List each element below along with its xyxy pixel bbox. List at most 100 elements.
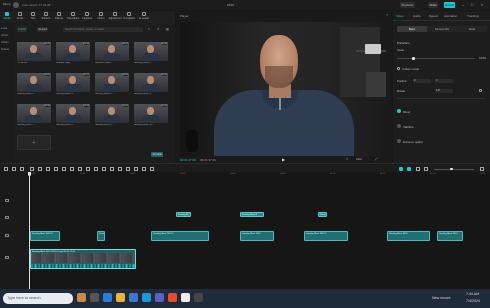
overlay-clip[interactable]: Seeding Block 2024 0	[151, 231, 209, 241]
marker-icon[interactable]	[142, 166, 146, 171]
media-thumbnail[interactable]: 00:15	[134, 104, 168, 123]
record-button[interactable]: Record	[37, 27, 49, 32]
media-thumbnail[interactable]: 00:28	[134, 42, 168, 61]
blend-toggle[interactable]	[397, 109, 401, 113]
track-lock-icon[interactable]	[5, 216, 9, 219]
reverse-icon[interactable]	[70, 166, 74, 171]
scale-slider[interactable]	[397, 58, 475, 59]
grid-view-icon[interactable]: ▦	[166, 27, 169, 31]
tab-tracking[interactable]: Tracking	[467, 14, 478, 18]
share-button[interactable]: Share	[428, 2, 439, 8]
shortcuts-button[interactable]: Shortcuts	[400, 2, 415, 8]
clock-time[interactable]: 7:44 AM	[466, 292, 479, 296]
sidebar-item-local[interactable]: Local	[1, 27, 13, 30]
position-x-field[interactable]: 0	[413, 78, 431, 83]
overlay-clip[interactable]: Seeding Block 2024	[387, 231, 430, 241]
position-y-field[interactable]: 0	[435, 78, 453, 83]
store-icon[interactable]	[129, 293, 138, 302]
video-preview[interactable]	[180, 22, 389, 156]
overlay-clip[interactable]: Seeding Block 2024	[240, 231, 274, 241]
select-tool-icon[interactable]	[4, 166, 8, 171]
filter-icon[interactable]: ⚲	[157, 27, 159, 31]
subtab-mask[interactable]: Mask	[457, 26, 487, 32]
split-right-icon[interactable]	[46, 166, 50, 171]
tab-effects[interactable]: Effects	[52, 12, 66, 20]
sidebar-item-spaces[interactable]: Spaces	[1, 48, 13, 51]
chrome-icon[interactable]	[168, 293, 177, 302]
enhance-toggle[interactable]	[397, 139, 401, 143]
sidebar-item-import[interactable]: Import	[1, 34, 13, 37]
tab-audio-props[interactable]: Audio	[413, 14, 421, 18]
mail-icon[interactable]	[142, 293, 151, 302]
subtab-basic[interactable]: Basic	[397, 26, 427, 32]
play-button[interactable]: ▶	[282, 157, 285, 162]
media-thumbnail[interactable]: 00:31	[134, 73, 168, 92]
edge-icon[interactable]	[103, 293, 112, 302]
import-button[interactable]: Import	[17, 27, 28, 32]
stabilize-toggle[interactable]	[397, 124, 401, 128]
text-tool-icon[interactable]	[134, 166, 138, 171]
capcut-taskbar-icon[interactable]	[181, 293, 190, 302]
magnet-toggle-icon[interactable]	[399, 166, 403, 171]
cover-icon[interactable]	[5, 256, 9, 259]
minimize-icon[interactable]: –	[462, 2, 464, 7]
tab-media[interactable]: Media	[0, 12, 14, 20]
scale-slider-knob[interactable]	[412, 57, 415, 60]
close-icon[interactable]: ×	[481, 2, 483, 7]
rotate-keyframe-icon[interactable]	[479, 89, 482, 92]
playhead[interactable]	[29, 172, 30, 289]
mirror-icon[interactable]	[78, 166, 82, 171]
overlay-clip[interactable]: Seed...	[97, 231, 105, 241]
redo-icon[interactable]	[20, 166, 24, 171]
media-thumbnail[interactable]: 00:22	[95, 104, 129, 123]
tab-filters[interactable]: Filters	[94, 12, 108, 20]
split-left-icon[interactable]	[38, 166, 42, 171]
maximize-icon[interactable]: □	[471, 2, 473, 7]
full-button[interactable]: ⌗	[346, 157, 348, 161]
freeze-icon[interactable]	[62, 166, 66, 171]
uniform-scale-checkbox[interactable]	[397, 67, 400, 70]
media-search-input[interactable]: Search for videos, photos, or audio	[63, 27, 143, 32]
clock-date[interactable]: 7/4/2024	[466, 299, 480, 303]
delete-icon[interactable]	[54, 166, 58, 171]
split-icon[interactable]	[30, 166, 34, 171]
media-thumbnail[interactable]: 00:12	[56, 73, 90, 92]
sidebar-item-library[interactable]: Library	[1, 41, 13, 44]
tab-audio[interactable]: Audio	[13, 12, 27, 20]
overlay-clip[interactable]: Seeding Block 2024 0...	[30, 231, 60, 241]
media-thumbnail[interactable]: 00:31	[17, 42, 51, 61]
media-thumbnail[interactable]: 00:34	[17, 104, 51, 123]
keyframe-icon[interactable]	[150, 166, 154, 171]
time-ruler[interactable]: 00:00 00:10 00:20 00:30 00:40 00:50 01:00 01:10…	[28, 172, 490, 178]
tab-adjustment[interactable]: Adjustment	[108, 12, 122, 20]
media-thumbnail[interactable]: 00:26	[95, 73, 129, 92]
mask-icon[interactable]	[102, 166, 106, 171]
tab-stickers[interactable]: Stickers	[39, 12, 53, 20]
tab-captions[interactable]: Captions	[80, 12, 94, 20]
color-icon[interactable]	[118, 166, 122, 171]
file-explorer-icon[interactable]	[116, 293, 125, 302]
export-button[interactable]: Export	[444, 2, 456, 8]
media-thumbnail[interactable]: 00:16	[56, 42, 90, 61]
taskbar-search-input[interactable]: Type here to search	[3, 292, 73, 304]
undo-icon[interactable]	[12, 166, 16, 171]
main-video-clip[interactable]: Seeding Block 2024 0704 (1).mp4 00:01:27…	[30, 249, 136, 269]
track-lock-icon[interactable]	[5, 199, 9, 202]
task-view-icon[interactable]	[90, 293, 99, 302]
zoom-out-icon[interactable]	[424, 166, 428, 171]
crop-icon[interactable]	[94, 166, 98, 171]
text-clip[interactable]: Seeding Block 2	[240, 212, 264, 217]
sort-icon[interactable]: ≡	[148, 27, 150, 31]
media-thumbnail[interactable]: 00:19	[56, 104, 90, 123]
ai-badge[interactable]: Ai-made	[151, 152, 164, 157]
text-clip[interactable]: Seed...	[318, 212, 327, 217]
rotate-icon[interactable]	[86, 166, 90, 171]
audio-tool-icon[interactable]	[126, 166, 130, 171]
tab-speed[interactable]: Speed	[429, 14, 438, 18]
media-thumbnail[interactable]: 00:04	[17, 73, 51, 92]
media-thumbnail[interactable]: 00:23	[95, 42, 129, 61]
teams-icon[interactable]	[155, 293, 164, 302]
news-widget[interactable]: New record	[432, 296, 450, 300]
overlay-clip[interactable]: Seeding Block 2024	[437, 231, 463, 241]
ratio-button[interactable]: Ratio	[356, 158, 362, 161]
